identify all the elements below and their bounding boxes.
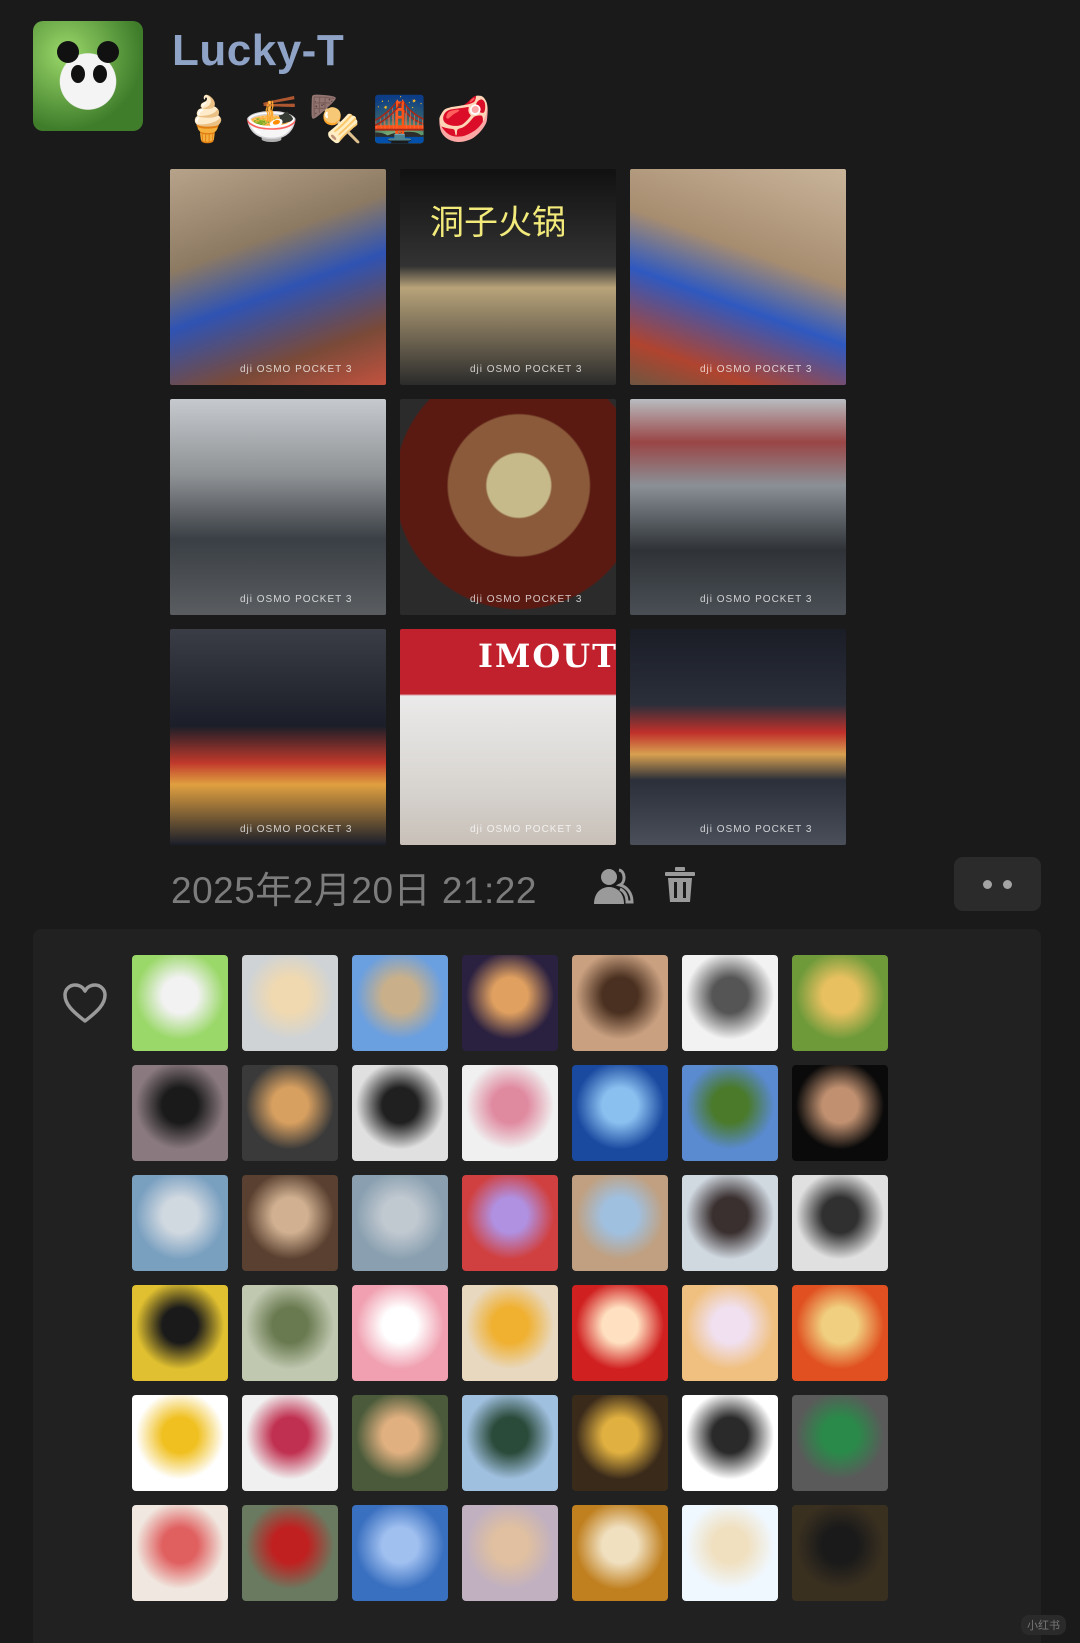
- photo-watermark: dji OSMO POCKET 3: [240, 594, 353, 605]
- meat-emoji: 🥩: [436, 95, 491, 144]
- liker-avatar-cartoon-christmas[interactable]: [462, 1175, 558, 1271]
- liker-avatar-woman-portrait[interactable]: [572, 955, 668, 1051]
- photo-hotpot-table-woman-eating[interactable]: dji OSMO POCKET 3: [630, 169, 846, 385]
- photo-watermark: dji OSMO POCKET 3: [240, 364, 353, 375]
- photo-watermark: dji OSMO POCKET 3: [240, 824, 353, 835]
- liker-avatar-blonde-woman[interactable]: [352, 1395, 448, 1491]
- liker-avatar-cartoon-couple[interactable]: [352, 1285, 448, 1381]
- liker-avatar-girl-fu-card[interactable]: [242, 1505, 338, 1601]
- liker-avatar-shiba-dog[interactable]: [242, 1065, 338, 1161]
- skewer-emoji: 🍢: [308, 95, 363, 144]
- photo-hotpot-pot[interactable]: dji OSMO POCKET 3: [400, 399, 616, 615]
- trash-icon[interactable]: [664, 866, 696, 904]
- panda-eye: [71, 65, 85, 83]
- liker-avatar-field-figure[interactable]: [682, 1065, 778, 1161]
- liker-avatar-cartoon-new-year[interactable]: [572, 1285, 668, 1381]
- liker-avatar-sunglasses-yellow[interactable]: [132, 1285, 228, 1381]
- noodle-emoji: 🍜: [244, 95, 299, 144]
- photo-watermark: dji OSMO POCKET 3: [470, 824, 583, 835]
- ice-cream-emoji: 🍦: [180, 95, 235, 144]
- liker-avatar-sketch-girl[interactable]: [682, 955, 778, 1051]
- photo-night-riverside-woman[interactable]: dji OSMO POCKET 3: [630, 629, 846, 845]
- store-sign: IMOUTA: [478, 637, 616, 675]
- liker-avatar-anime-girl[interactable]: [682, 1285, 778, 1381]
- panda-eye: [93, 65, 107, 83]
- liker-avatar-woman-sky[interactable]: [352, 955, 448, 1051]
- photo-watermark: dji OSMO POCKET 3: [700, 364, 813, 375]
- liker-avatar-girl-peace[interactable]: [352, 1065, 448, 1161]
- liker-avatar-sunset-table[interactable]: [462, 1505, 558, 1601]
- friends-icon[interactable]: [592, 866, 634, 906]
- liker-avatar-man-night[interactable]: [132, 1065, 228, 1161]
- liker-avatar-red-bottle-poster[interactable]: [132, 1505, 228, 1601]
- photo-couple-selfie-monorail[interactable]: dji OSMO POCKET 3: [630, 399, 846, 615]
- photo-moutai-store-cup[interactable]: IMOUTA dji OSMO POCKET 3: [400, 629, 616, 845]
- photo-watermark: dji OSMO POCKET 3: [470, 594, 583, 605]
- liker-avatar-city-night[interactable]: [462, 955, 558, 1051]
- liker-avatar-temple-night[interactable]: [572, 1395, 668, 1491]
- post-timestamp: 2025年2月20日 21:22: [171, 870, 537, 911]
- liker-avatar-diver[interactable]: [572, 1065, 668, 1161]
- watermark-tag: 小红书: [1021, 1615, 1066, 1635]
- liker-avatar-panda[interactable]: [132, 955, 228, 1051]
- liker-avatar-dark-portrait[interactable]: [792, 1065, 888, 1161]
- liker-avatar-wan-shi-ru-yi[interactable]: [792, 1285, 888, 1381]
- post-emoji-text: 🍦 🍜 🍢 🌉 🥩: [180, 92, 491, 148]
- liker-avatar-statue-woman[interactable]: [242, 1175, 338, 1271]
- liker-avatar-girl-window[interactable]: [682, 1175, 778, 1271]
- liker-avatar-grid: [132, 955, 888, 1601]
- photo-night-bridge-skyline[interactable]: dji OSMO POCKET 3: [170, 629, 386, 845]
- liker-avatar-lion-dance-toy[interactable]: [572, 1505, 668, 1601]
- liker-avatar-cartoon-cat-crown[interactable]: [132, 1395, 228, 1491]
- liker-avatar-family-photo[interactable]: [242, 1285, 338, 1381]
- liker-avatar-cartoon-girl-car[interactable]: [462, 1065, 558, 1161]
- liker-avatar-river-woman[interactable]: [132, 1175, 228, 1271]
- photo-hotpot-table-woman[interactable]: dji OSMO POCKET 3: [170, 169, 386, 385]
- photo-grid: dji OSMO POCKET 3 洞子火锅 dji OSMO POCKET 3…: [170, 169, 846, 845]
- photo-watermark: dji OSMO POCKET 3: [700, 594, 813, 605]
- liker-avatar-woman-garden[interactable]: [792, 955, 888, 1051]
- panda-ear: [57, 41, 79, 63]
- liker-avatar-cartoon-cat-girl[interactable]: [682, 1395, 778, 1491]
- liker-avatar-skier[interactable]: [462, 1395, 558, 1491]
- liker-avatar-night-street-figure[interactable]: [792, 1505, 888, 1601]
- liker-avatar-cat-drink[interactable]: [242, 955, 338, 1051]
- restaurant-sign: 洞子火锅: [430, 203, 566, 243]
- liker-avatar-cat-green-scarf[interactable]: [792, 1395, 888, 1491]
- liker-avatar-street-walker[interactable]: [352, 1175, 448, 1271]
- liker-avatar-bw-street[interactable]: [792, 1175, 888, 1271]
- author-name[interactable]: Lucky-T: [172, 26, 344, 76]
- more-button[interactable]: [954, 857, 1041, 911]
- liker-avatar-cute-bear[interactable]: [682, 1505, 778, 1601]
- panda-ear: [97, 41, 119, 63]
- liker-avatar-bonsai[interactable]: [242, 1395, 338, 1491]
- photo-hotpot-restaurant-entrance[interactable]: 洞子火锅 dji OSMO POCKET 3: [400, 169, 616, 385]
- bridge-emoji: 🌉: [372, 95, 427, 144]
- photo-couple-selfie-building[interactable]: dji OSMO POCKET 3: [170, 399, 386, 615]
- more-icon-dot: [1003, 879, 1012, 889]
- author-avatar[interactable]: [33, 21, 143, 131]
- heart-icon: [63, 983, 107, 1023]
- more-icon-dot: [983, 879, 992, 889]
- liker-avatar-woman-dress[interactable]: [572, 1175, 668, 1271]
- photo-watermark: dji OSMO POCKET 3: [700, 824, 813, 835]
- photo-watermark: dji OSMO POCKET 3: [470, 364, 583, 375]
- liker-avatar-sea-woman[interactable]: [352, 1505, 448, 1601]
- liker-avatar-sunflower-girl[interactable]: [462, 1285, 558, 1381]
